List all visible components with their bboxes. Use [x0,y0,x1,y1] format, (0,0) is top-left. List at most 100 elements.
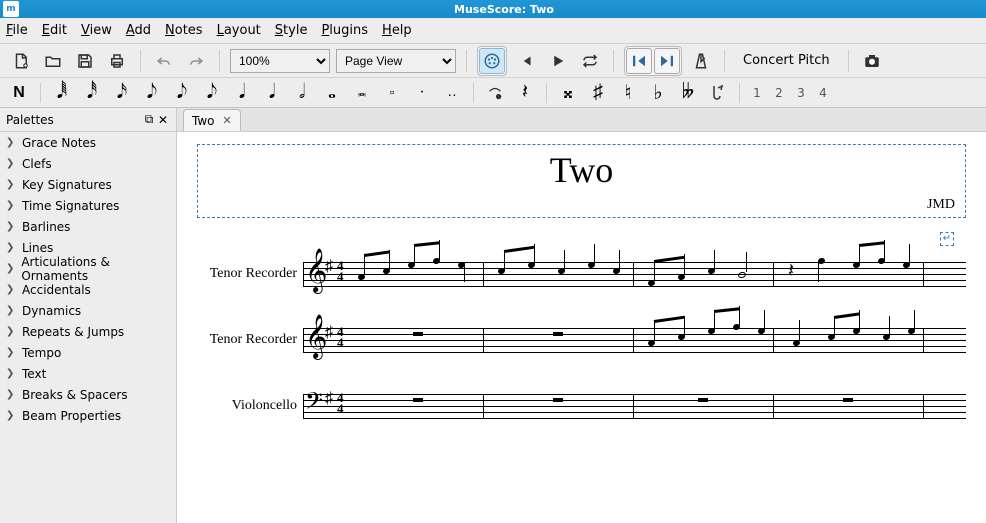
voice-4-button[interactable]: 4 [816,86,830,100]
palette-item-label: Repeats & Jumps [22,325,124,339]
duration-8th-button[interactable]: 𝅘𝅥𝅮 [141,81,163,105]
play-button[interactable] [545,48,571,74]
line-break-icon[interactable]: ↵ [197,230,954,246]
concert-pitch-button[interactable]: Concert Pitch [735,53,838,68]
voice-3-button[interactable]: 3 [794,86,808,100]
palette-item-label: Clefs [22,157,52,171]
save-button[interactable] [72,48,98,74]
title-frame[interactable]: Two JMD [197,144,966,218]
palette-item[interactable]: ❯Tempo [0,342,176,363]
menu-view[interactable]: View [81,23,112,38]
print-button[interactable] [104,48,130,74]
staff-3[interactable]: 𝄢 ♯ 44 [303,386,966,426]
tie-button[interactable] [484,81,506,105]
chevron-right-icon: ❯ [6,179,16,190]
palette-item[interactable]: ❯ Barlines [0,216,176,237]
redo-button[interactable] [183,48,209,74]
loop-in-button[interactable] [626,48,652,74]
document-tab[interactable]: Two ✕ [183,109,241,131]
palette-item[interactable]: ❯Time Signatures [0,195,176,216]
duration-16th-button[interactable]: 𝅘𝅥𝅯 [111,81,133,105]
score-viewport[interactable]: Two JMD ↵ Tenor Recorder 𝄞 ♯ 44 [177,132,986,523]
menu-style[interactable]: Style [275,23,308,38]
palettes-close-icon[interactable]: ✕ [156,113,170,127]
menu-edit[interactable]: Edit [42,23,67,38]
window-titlebar: m MuseScore: Two [0,0,986,18]
flip-button[interactable] [707,81,729,105]
palette-item[interactable]: ❯Repeats & Jumps [0,321,176,342]
staff-label-3: Violoncello [197,398,303,414]
chevron-right-icon: ❯ [6,242,16,253]
duration-half-button[interactable]: 𝅗𝅥 [291,81,313,105]
menu-file[interactable]: File [6,23,28,38]
duration-longa-button[interactable]: 𝆸 [381,81,403,105]
score-title[interactable]: Two [208,149,955,191]
flat-button[interactable]: ♭ [647,81,669,105]
double-sharp-button[interactable]: 𝄪 [557,81,579,105]
palette-item[interactable]: ❯Key Signatures [0,174,176,195]
double-flat-button[interactable]: 𝄫 [677,81,699,105]
rewind-button[interactable] [513,48,539,74]
key-signature: ♯ [325,324,333,342]
palette-item[interactable]: ❯Beam Properties [0,405,176,426]
chevron-right-icon: ❯ [6,137,16,148]
chevron-right-icon: ❯ [6,221,16,232]
staff-2[interactable]: 𝄞 ♯ 44 [303,320,966,360]
score-composer[interactable]: JMD [208,197,955,213]
duration-8th-alt-button[interactable]: 𝅘𝅥𝅮 [171,81,193,105]
rest-button[interactable]: 𝄽 [514,81,536,105]
duration-quarter-alt-button[interactable]: 𝅘𝅥 [261,81,283,105]
palette-item[interactable]: ❯Articulations & Ornaments [0,258,176,279]
sharp-button[interactable]: ♯ [587,81,609,105]
main-toolbar: 100% Page View Concert Pitch [0,44,986,78]
duration-64th-button[interactable]: 𝅘𝅥𝅱 [51,81,73,105]
undo-button[interactable] [151,48,177,74]
palette-item[interactable]: ❯Dynamics [0,300,176,321]
zoom-select[interactable]: 100% [230,49,330,73]
staff-label-2: Tenor Recorder [197,332,303,348]
duration-quarter-button[interactable]: 𝅘𝅥 [231,81,253,105]
note-input-mode-button[interactable]: N [8,81,30,105]
duration-breve-button[interactable]: 𝅜 [351,81,373,105]
menu-layout[interactable]: Layout [217,23,261,38]
double-dot-button[interactable]: ‥ [441,81,463,105]
natural-button[interactable]: ♮ [617,81,639,105]
duration-32nd-button[interactable]: 𝅘𝅥𝅰 [81,81,103,105]
whole-rest-icon [413,398,423,402]
voice-2-button[interactable]: 2 [772,86,786,100]
new-button[interactable] [8,48,34,74]
bass-clef-icon: 𝄢 [305,386,323,424]
document-tabbar: Two ✕ [177,108,986,132]
palette-item[interactable]: ❯Breaks & Spacers [0,384,176,405]
duration-whole-button[interactable]: 𝅝 [321,81,343,105]
loop-out-button[interactable] [654,48,680,74]
palette-item-label: Grace Notes [22,136,96,150]
metronome-button[interactable] [688,48,714,74]
score-page[interactable]: Two JMD ↵ Tenor Recorder 𝄞 ♯ 44 [177,132,986,523]
whole-rest-icon [698,398,708,402]
menu-add[interactable]: Add [126,23,151,38]
palette-item-label: Accidentals [22,283,91,297]
tab-close-icon[interactable]: ✕ [223,114,232,127]
palette-item[interactable]: ❯ Grace Notes [0,132,176,153]
midi-input-button[interactable] [479,48,505,74]
menu-notes[interactable]: Notes [165,23,203,38]
voice-1-button[interactable]: 1 [750,86,764,100]
note-input-toolbar: N 𝅘𝅥𝅱 𝅘𝅥𝅰 𝅘𝅥𝅯 𝅘𝅥𝅮 𝅘𝅥𝅮 𝅘𝅥𝅮 𝅘𝅥 𝅘𝅥 𝅗𝅥 𝅝 𝅜 𝆸… [0,78,986,108]
dot-button[interactable]: · [411,81,433,105]
chevron-right-icon: ❯ [6,305,16,316]
palette-item-label: Beam Properties [22,409,121,423]
palette-item-label: Time Signatures [22,199,119,213]
staff-1[interactable]: 𝄞 ♯ 44 [303,254,966,294]
open-button[interactable] [40,48,66,74]
loop-button[interactable] [577,48,603,74]
duration-8th-alt2-button[interactable]: 𝅘𝅥𝅮 [201,81,223,105]
menu-plugins[interactable]: Plugins [321,23,368,38]
palette-item[interactable]: ❯Text [0,363,176,384]
palette-item[interactable]: ❯Clefs [0,153,176,174]
view-mode-select[interactable]: Page View [336,49,456,73]
screenshot-button[interactable] [859,48,885,74]
palette-item-label: Barlines [22,220,70,234]
palettes-float-icon[interactable]: ⧉ [142,113,156,127]
menu-help[interactable]: Help [382,23,412,38]
